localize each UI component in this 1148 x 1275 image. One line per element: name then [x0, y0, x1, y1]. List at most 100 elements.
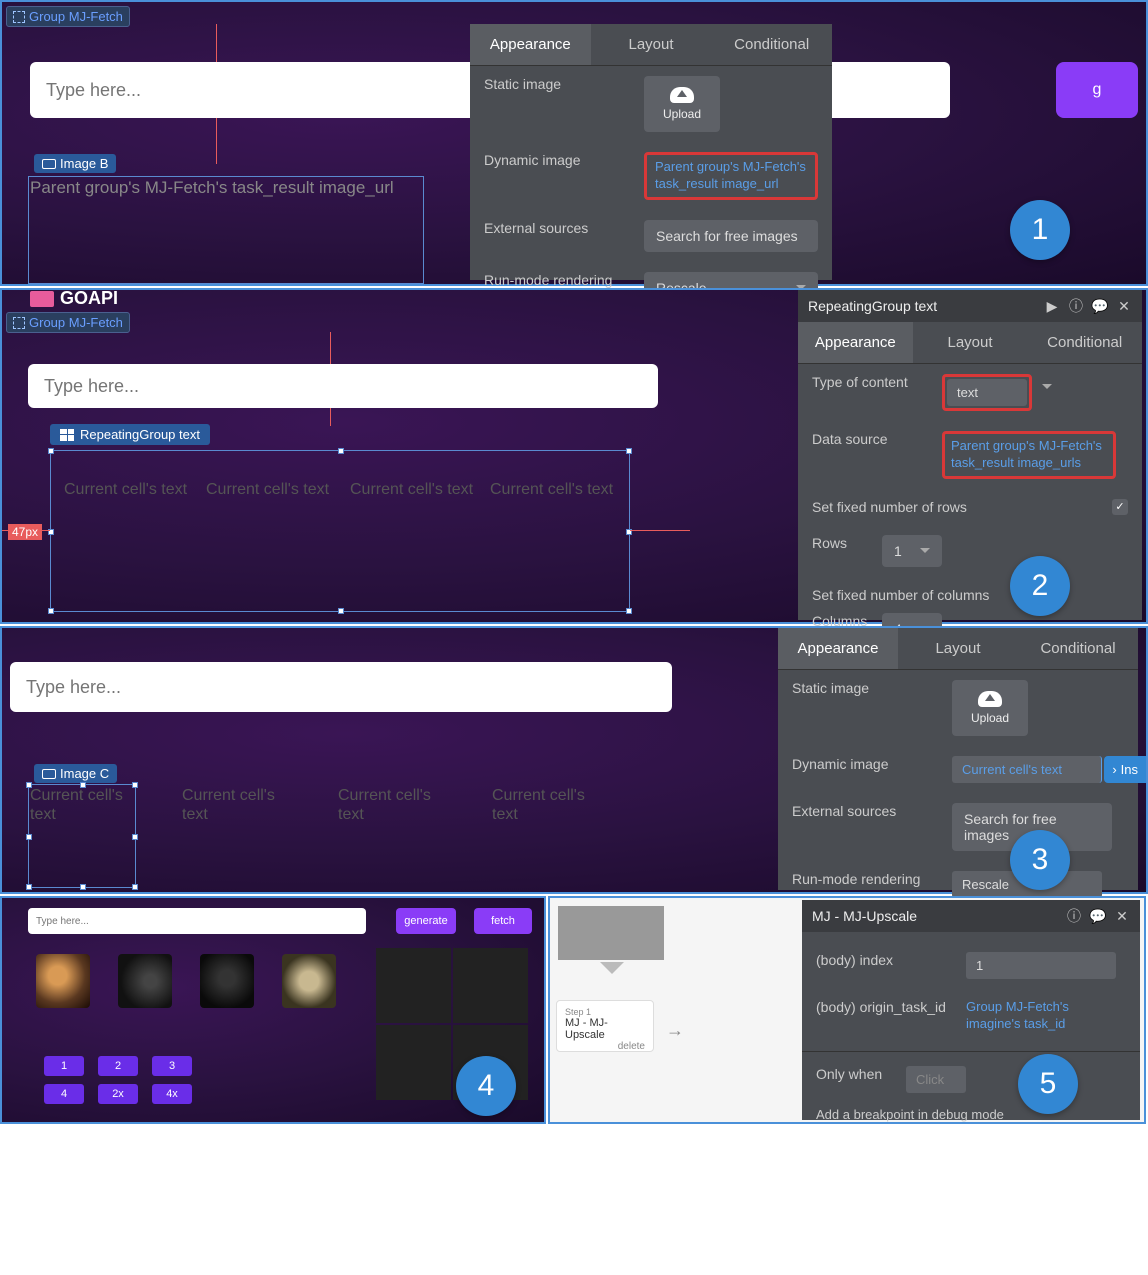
rg-label-text: RepeatingGroup text: [80, 427, 200, 442]
tab-conditional[interactable]: Conditional: [1027, 322, 1142, 363]
type-here-input-4[interactable]: [28, 908, 366, 934]
dynamic-image-value[interactable]: Parent group's MJ-Fetch's task_result im…: [655, 159, 807, 193]
tab-layout[interactable]: Layout: [913, 322, 1028, 363]
grid-image-1[interactable]: [376, 948, 451, 1023]
group-mj-fetch-label-2[interactable]: Group MJ-Fetch: [6, 312, 130, 333]
grid-image-3[interactable]: [376, 1025, 451, 1100]
resize-handle[interactable]: [132, 884, 138, 890]
external-sources-label: External sources: [792, 803, 942, 819]
body-origin-value[interactable]: Group MJ-Fetch's imagine's task_id: [966, 999, 1116, 1033]
tab-layout[interactable]: Layout: [591, 24, 712, 65]
info-icon[interactable]: ⓘ: [1068, 298, 1084, 314]
panel-3: Image C Current cell's text Current cell…: [0, 626, 1148, 894]
info-icon[interactable]: ⓘ: [1066, 908, 1082, 924]
tab-appearance[interactable]: Appearance: [778, 628, 898, 669]
upload-button[interactable]: Upload: [644, 76, 720, 132]
type-here-input-2[interactable]: [28, 364, 658, 408]
property-panel-2: RepeatingGroup text ▶ ⓘ 💬 ✕ Appearance L…: [798, 290, 1142, 620]
grid-icon: [60, 429, 74, 441]
tab-conditional[interactable]: Conditional: [1018, 628, 1138, 669]
step-circle-5: 5: [1018, 1054, 1078, 1114]
resize-handle[interactable]: [338, 608, 344, 614]
group-icon: [13, 317, 25, 329]
resize-handle[interactable]: [626, 608, 632, 614]
variant-button-1[interactable]: 1: [44, 1056, 84, 1076]
variant-button-2[interactable]: 2: [98, 1056, 138, 1076]
step-circle-1: 1: [1010, 200, 1070, 260]
rows-label: Rows: [812, 535, 872, 551]
close-icon[interactable]: ✕: [1116, 298, 1132, 314]
tabs: Appearance Layout Conditional: [778, 628, 1138, 670]
goapi-label: GOAPI: [30, 288, 118, 309]
fixed-cols-label: Set fixed number of columns: [812, 587, 989, 603]
search-free-images-button[interactable]: Search for free images: [644, 220, 818, 252]
close-icon[interactable]: ✕: [1114, 908, 1130, 924]
panel-1: Group MJ-Fetch 133px g Image B Parent gr…: [0, 0, 1148, 286]
data-source-label: Data source: [812, 431, 932, 447]
thumbnail-3[interactable]: [200, 954, 254, 1008]
comment-icon[interactable]: 💬: [1090, 908, 1106, 924]
upload-text: Upload: [971, 711, 1009, 725]
panel-4: generate fetch 1 2 3 4 2x 4x 4: [0, 896, 546, 1124]
cloud-upload-icon: [670, 87, 694, 103]
static-image-label: Static image: [792, 680, 942, 696]
go-button[interactable]: g: [1056, 62, 1138, 118]
body-index-value[interactable]: 1: [966, 952, 1116, 979]
resize-handle[interactable]: [80, 884, 86, 890]
dynamic-image-label: Dynamic image: [792, 756, 942, 772]
fetch-button[interactable]: fetch: [474, 908, 532, 934]
resize-handle[interactable]: [338, 448, 344, 454]
thumbnail-1[interactable]: [36, 954, 90, 1008]
resize-handle[interactable]: [132, 834, 138, 840]
type-here-input-3[interactable]: [10, 662, 672, 712]
type-value[interactable]: text: [947, 379, 1027, 406]
image-b-label[interactable]: Image B: [34, 154, 116, 173]
only-when-value[interactable]: Click: [906, 1066, 966, 1093]
dynamic-image-value[interactable]: Current cell's text: [952, 756, 1102, 783]
step-circle-2: 2: [1010, 556, 1070, 616]
resize-handle[interactable]: [132, 782, 138, 788]
repeating-group-frame[interactable]: [50, 450, 630, 612]
insert-pill[interactable]: › Ins: [1104, 756, 1146, 783]
upload-button[interactable]: Upload: [952, 680, 1028, 736]
fixed-rows-checkbox[interactable]: ✓: [1112, 499, 1128, 515]
resize-handle[interactable]: [626, 448, 632, 454]
thumbnail-4[interactable]: [282, 954, 336, 1008]
group-icon: [13, 11, 25, 23]
repeating-group-label[interactable]: RepeatingGroup text: [50, 424, 210, 445]
resize-handle[interactable]: [26, 884, 32, 890]
play-icon[interactable]: ▶: [1044, 298, 1060, 314]
panel-title-text: MJ - MJ-Upscale: [812, 908, 917, 924]
resize-handle[interactable]: [48, 448, 54, 454]
tab-appearance[interactable]: Appearance: [470, 24, 591, 65]
image-b-frame[interactable]: [28, 176, 424, 284]
cell-text-3: Current cell's text: [350, 480, 473, 499]
grid-image-2[interactable]: [453, 948, 528, 1023]
image-c-label[interactable]: Image C: [34, 764, 117, 783]
workflow-step-card[interactable]: Step 1 MJ - MJ-Upscale delete: [556, 1000, 654, 1052]
ruler-h-right: [630, 530, 690, 531]
variant-button-2x[interactable]: 2x: [98, 1084, 138, 1104]
variant-button-4x[interactable]: 4x: [152, 1084, 192, 1104]
breakpoint-link[interactable]: Add a breakpoint in debug mode: [816, 1107, 1004, 1122]
body-index-label: (body) index: [816, 952, 956, 968]
tab-layout[interactable]: Layout: [898, 628, 1018, 669]
generate-button[interactable]: generate: [396, 908, 456, 934]
resize-handle[interactable]: [26, 834, 32, 840]
tab-appearance[interactable]: Appearance: [798, 322, 913, 363]
variant-button-3[interactable]: 3: [152, 1056, 192, 1076]
tab-conditional[interactable]: Conditional: [711, 24, 832, 65]
rows-select[interactable]: 1: [882, 535, 942, 567]
cell-text-4: Current cell's text: [490, 480, 613, 499]
data-source-value[interactable]: Parent group's MJ-Fetch's task_result im…: [951, 438, 1107, 472]
comment-icon[interactable]: 💬: [1092, 298, 1108, 314]
variant-button-4[interactable]: 4: [44, 1084, 84, 1104]
step-delete[interactable]: delete: [565, 1041, 645, 1052]
resize-handle[interactable]: [48, 608, 54, 614]
chevron-down-icon[interactable]: [1042, 384, 1052, 389]
group-label-text: Group MJ-Fetch: [29, 9, 123, 24]
dynamic-image-label: Dynamic image: [484, 152, 634, 168]
cell-text-2: Current cell's text: [206, 480, 329, 499]
group-mj-fetch-label[interactable]: Group MJ-Fetch: [6, 6, 130, 27]
thumbnail-2[interactable]: [118, 954, 172, 1008]
